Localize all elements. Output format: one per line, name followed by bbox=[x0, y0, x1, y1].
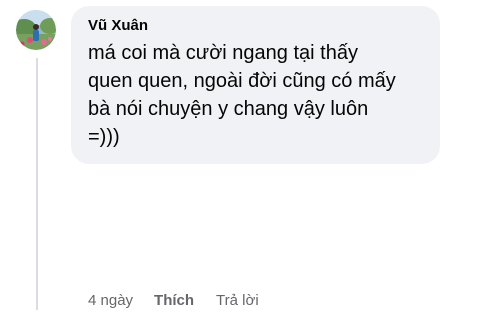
comment-actions-bar: 4 ngày Thích Trả lời bbox=[88, 290, 259, 312]
comment-bubble: Vũ Xuân má coi mà cười ngang tại thấy qu… bbox=[71, 6, 440, 164]
comment-timestamp-link[interactable]: 4 ngày bbox=[88, 290, 133, 312]
comment-thread: Vũ Xuân má coi mà cười ngang tại thấy qu… bbox=[0, 0, 500, 315]
profile-photo-icon bbox=[16, 10, 56, 50]
comment-author-name[interactable]: Vũ Xuân bbox=[88, 17, 426, 35]
comment-text: má coi mà cười ngang tại thấy quen quen,… bbox=[88, 42, 396, 148]
reply-button[interactable]: Trả lời bbox=[216, 290, 259, 312]
thread-connector-line bbox=[36, 58, 38, 310]
like-button[interactable]: Thích bbox=[154, 290, 194, 312]
avatar[interactable] bbox=[16, 10, 56, 50]
